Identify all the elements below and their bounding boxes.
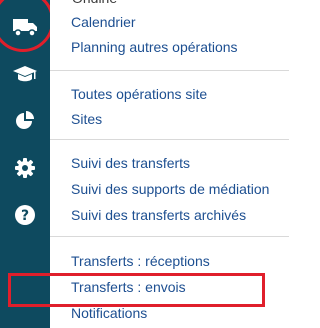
truck-icon[interactable] xyxy=(0,12,50,42)
menu-item-suivi-des-supports-de-mediation[interactable]: Suivi des supports de médiation xyxy=(71,181,269,198)
gear-icon[interactable] xyxy=(0,153,50,183)
menu-item-sites[interactable]: Sites xyxy=(71,111,102,128)
menu-item-notifications[interactable]: Notifications xyxy=(71,305,147,322)
menu-divider xyxy=(50,236,289,237)
clipped-previous-item: Origine xyxy=(50,0,289,3)
menu-item-suivi-des-transferts[interactable]: Suivi des transferts xyxy=(71,155,190,172)
menu-item-calendrier[interactable]: Calendrier xyxy=(71,14,136,31)
menu-item-suivi-des-transferts-archives[interactable]: Suivi des transferts archivés xyxy=(71,207,246,224)
graduation-cap-icon[interactable] xyxy=(0,59,50,89)
svg-text:?: ? xyxy=(21,208,29,224)
menu-divider xyxy=(50,139,289,140)
sidebar: ? xyxy=(0,0,50,328)
menu-item-transferts-envois[interactable]: Transferts : envois xyxy=(71,279,186,296)
menu-divider xyxy=(50,70,289,71)
dropdown-menu: Origine Calendrier Planning autres opéra… xyxy=(50,0,289,328)
menu-item-toutes-operations-site[interactable]: Toutes opérations site xyxy=(71,86,207,103)
help-icon[interactable]: ? xyxy=(0,200,50,230)
menu-item-planning-autres-operations[interactable]: Planning autres opérations xyxy=(71,39,238,56)
menu-item-transferts-receptions[interactable]: Transferts : réceptions xyxy=(71,253,210,270)
pie-chart-icon[interactable] xyxy=(0,106,50,136)
